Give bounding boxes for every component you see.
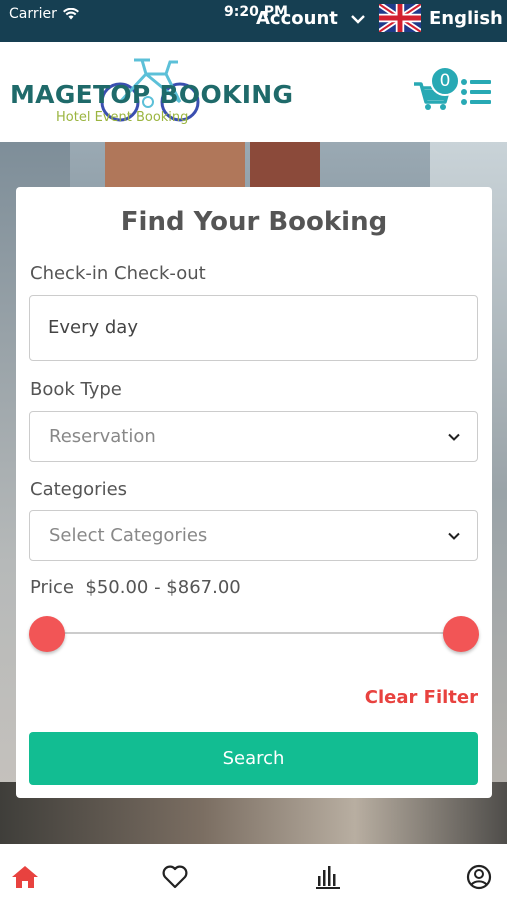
account-menu[interactable]: Account [256, 8, 366, 29]
top-bar: Carrier 9:20 PM Account English [0, 0, 507, 42]
logo-title: MAGETOP BOOKING [10, 80, 294, 109]
price-range-text: Price $50.00 - $867.00 [30, 577, 241, 598]
checkin-label: Check-in Check-out [30, 263, 206, 284]
cart-count-badge: 0 [430, 66, 460, 96]
bottom-nav [0, 844, 507, 900]
account-label: Account [256, 8, 338, 29]
price-range-value: $50.00 - $867.00 [85, 577, 241, 598]
language-label: English [429, 7, 503, 29]
account-icon[interactable] [465, 864, 493, 890]
categories-placeholder: Select Categories [49, 525, 208, 546]
checkin-field[interactable]: Every day [29, 295, 478, 361]
card-title: Find Your Booking [120, 207, 388, 237]
book-type-label: Book Type [30, 379, 122, 400]
uk-flag-icon [379, 4, 421, 32]
chevron-down-icon [448, 433, 460, 441]
chevron-down-icon [351, 14, 365, 24]
carrier-label: Carrier [9, 6, 57, 22]
chart-icon[interactable] [314, 864, 342, 890]
categories-select[interactable]: Select Categories [29, 510, 478, 561]
price-slider-track[interactable] [47, 632, 461, 634]
app-header: MAGETOP BOOKING Hotel Event Booking 0 [0, 42, 507, 142]
wifi-icon [62, 8, 79, 20]
clear-filter-link[interactable]: Clear Filter [365, 687, 478, 708]
booking-search-card: Find Your Booking Check-in Check-out Eve… [16, 187, 492, 798]
categories-label: Categories [30, 479, 128, 500]
status-carrier: Carrier [9, 6, 79, 22]
book-type-value: Reservation [49, 426, 156, 447]
menu-list-icon[interactable] [460, 78, 492, 106]
book-type-select[interactable]: Reservation [29, 411, 478, 462]
price-label: Price [30, 577, 74, 598]
home-icon[interactable] [11, 864, 39, 890]
price-max-handle[interactable] [443, 616, 479, 652]
price-min-handle[interactable] [29, 616, 65, 652]
brand-logo[interactable]: MAGETOP BOOKING Hotel Event Booking [10, 52, 293, 132]
checkin-value: Every day [48, 317, 138, 338]
chevron-down-icon [448, 532, 460, 540]
heart-icon[interactable] [161, 864, 189, 890]
logo-subtitle: Hotel Event Booking [56, 110, 189, 125]
language-selector[interactable]: English [379, 4, 503, 32]
search-button[interactable]: Search [29, 732, 478, 785]
